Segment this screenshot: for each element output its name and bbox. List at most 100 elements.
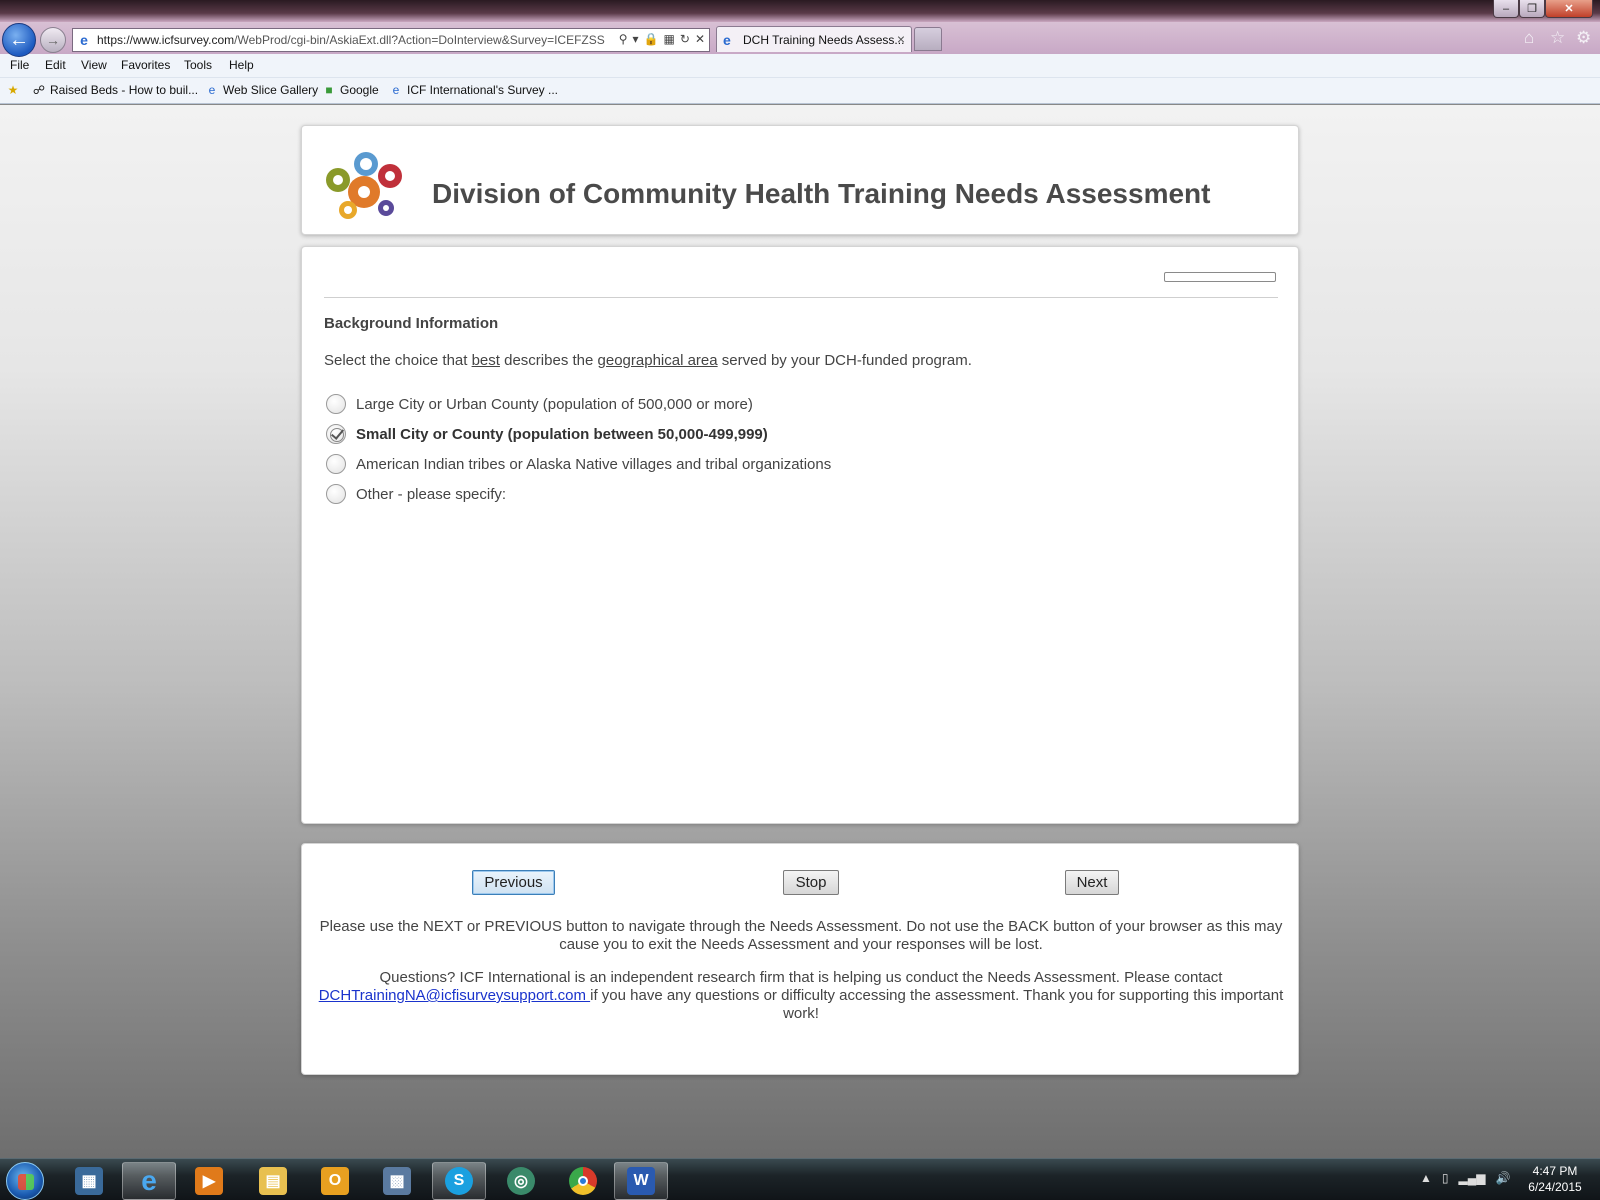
maximize-button[interactable]: ❐ (1519, 0, 1545, 18)
taskbar-app-explorer-window[interactable]: ▦ (62, 1162, 116, 1200)
ie-page-icon: e (80, 32, 88, 48)
browser-tab[interactable]: e DCH Training Needs Assess... × (716, 26, 912, 52)
compatibility-icon[interactable]: ▦ (664, 32, 675, 46)
page-icon: ☍ (32, 83, 46, 97)
stop-load-icon[interactable]: ✕ (695, 32, 705, 46)
question-card: Background Information Select the choice… (301, 246, 1299, 824)
tab-title: DCH Training Needs Assess... (743, 33, 905, 47)
answer-options: Large City or Urban County (population o… (326, 389, 831, 509)
skype-icon: S (445, 1167, 473, 1195)
navigation-bar: ← → e https://www.icfsurvey.com/WebProd/… (0, 22, 1600, 57)
window-icon: ▦ (75, 1167, 103, 1195)
outlook-icon: O (321, 1167, 349, 1195)
menu-favorites[interactable]: Favorites (121, 58, 170, 72)
menu-view[interactable]: View (81, 58, 107, 72)
menu-file[interactable]: File (10, 58, 29, 72)
taskbar-app-globe[interactable]: ◎ (494, 1162, 548, 1200)
arrow-right-icon: → (46, 32, 60, 48)
ie-page-icon: e (208, 83, 216, 97)
taskbar-app-outlook[interactable]: O (308, 1162, 362, 1200)
taskbar-app-remote-desktop[interactable]: ▩ (370, 1162, 424, 1200)
option-label[interactable]: Large City or Urban County (population o… (356, 396, 753, 413)
new-tab-button[interactable] (914, 27, 942, 51)
volume-icon[interactable]: 🔊 (1495, 1171, 1510, 1185)
media-player-icon: ▶ (195, 1167, 223, 1195)
window-titlebar: – ❐ ✕ (0, 0, 1600, 22)
section-title: Background Information (324, 315, 499, 332)
option-label[interactable]: Small City or County (population between… (356, 426, 768, 443)
network-signal-icon[interactable]: ▂▄▆ (1459, 1171, 1486, 1185)
power-icon[interactable]: ▯ (1442, 1171, 1449, 1185)
taskbar-app-word[interactable]: W (614, 1162, 668, 1200)
gear-icon[interactable]: ⚙ (1576, 28, 1591, 48)
forward-button[interactable]: → (40, 27, 66, 53)
option-large-city[interactable]: Large City or Urban County (population o… (326, 389, 831, 419)
taskbar-app-media-player[interactable]: ▶ (182, 1162, 236, 1200)
favorite-item-icf[interactable]: e ICF International's Survey ... (389, 83, 558, 97)
menu-bar: File Edit View Favorites Tools Help (0, 54, 1600, 78)
system-tray: ▲ ▯ ▂▄▆ 🔊 (1420, 1171, 1510, 1185)
taskbar-app-chrome[interactable] (556, 1162, 610, 1200)
dropdown-arrow-icon[interactable]: ▾ (633, 32, 639, 46)
taskbar-app-file-explorer[interactable]: ▤ (246, 1162, 300, 1200)
folder-icon: ▤ (259, 1167, 287, 1195)
question-text: Select the choice that best describes th… (324, 352, 972, 369)
option-small-city[interactable]: Small City or County (population between… (326, 419, 831, 449)
stop-button[interactable]: Stop (783, 870, 839, 895)
survey-header: Division of Community Health Training Ne… (301, 125, 1299, 235)
back-button[interactable]: ← (2, 23, 36, 57)
address-bar[interactable]: e https://www.icfsurvey.com/WebProd/cgi-… (72, 28, 710, 52)
favorite-item-web-slice[interactable]: e Web Slice Gallery (205, 83, 319, 97)
start-button[interactable] (6, 1162, 44, 1200)
ie-page-icon: e (723, 32, 731, 48)
minimize-button[interactable]: – (1493, 0, 1519, 18)
previous-button[interactable]: Previous (472, 870, 555, 895)
radio-button[interactable] (326, 484, 346, 504)
taskbar-app-internet-explorer[interactable]: e (122, 1162, 176, 1200)
option-other[interactable]: Other - please specify: (326, 479, 831, 509)
gears-logo (326, 152, 402, 219)
favorite-item-raised-beds[interactable]: ☍ Raised Beds - How to buil... (32, 83, 198, 97)
arrow-left-icon: ← (9, 28, 29, 51)
radio-button[interactable] (326, 454, 346, 474)
support-email-link[interactable]: DCHTrainingNA@icfisurveysupport.com (319, 987, 590, 1004)
divider (324, 297, 1278, 298)
computer-icon: ▩ (383, 1167, 411, 1195)
menu-help[interactable]: Help (229, 58, 254, 72)
navigation-card: Previous Stop Next Please use the NEXT o… (301, 843, 1299, 1075)
show-hidden-icons-icon[interactable]: ▲ (1420, 1171, 1432, 1185)
home-icon[interactable]: ⌂ (1524, 28, 1534, 48)
contact-text: Questions? ICF International is an indep… (318, 969, 1284, 1022)
ie-icon: e (141, 1165, 157, 1196)
option-label[interactable]: American Indian tribes or Alaska Native … (356, 456, 831, 473)
radio-button-checked[interactable] (326, 424, 346, 444)
ie-page-icon: e (392, 83, 400, 97)
menu-edit[interactable]: Edit (45, 58, 66, 72)
close-tab-icon[interactable]: × (897, 31, 905, 47)
favorite-item-google[interactable]: ■ Google (322, 83, 378, 97)
url-text[interactable]: https://www.icfsurvey.com/WebProd/cgi-bi… (97, 33, 607, 47)
page-viewport: Division of Community Health Training Ne… (0, 105, 1600, 1158)
favorites-add-icon[interactable]: ★ (6, 83, 20, 97)
radio-button[interactable] (326, 394, 346, 414)
option-label[interactable]: Other - please specify: (356, 486, 506, 503)
lock-icon[interactable]: 🔒 (644, 32, 659, 46)
page-title: Division of Community Health Training Ne… (432, 178, 1211, 209)
word-icon: W (627, 1167, 655, 1195)
chrome-icon (569, 1167, 597, 1195)
clock[interactable]: 4:47 PM 6/24/2015 (1520, 1163, 1590, 1195)
taskbar: ▦ e ▶ ▤ O ▩ S ◎ W ▲ ▯ ▂▄▆ 🔊 4:47 PM 6/24… (0, 1158, 1600, 1200)
navigation-help-text: Please use the NEXT or PREVIOUS button t… (319, 918, 1283, 953)
close-window-button[interactable]: ✕ (1545, 0, 1593, 18)
search-icon[interactable]: ⚲ (619, 32, 628, 46)
progress-bar (1164, 272, 1276, 282)
next-button[interactable]: Next (1065, 870, 1119, 895)
favorites-bar: ★ ☍ Raised Beds - How to buil... e Web Sli… (0, 78, 1600, 104)
menu-tools[interactable]: Tools (184, 58, 212, 72)
favorites-star-icon[interactable]: ☆ (1550, 28, 1565, 48)
globe-icon: ◎ (507, 1167, 535, 1195)
option-tribal[interactable]: American Indian tribes or Alaska Native … (326, 449, 831, 479)
google-icon: ■ (325, 83, 333, 97)
refresh-icon[interactable]: ↻ (680, 32, 690, 46)
taskbar-app-skype[interactable]: S (432, 1162, 486, 1200)
